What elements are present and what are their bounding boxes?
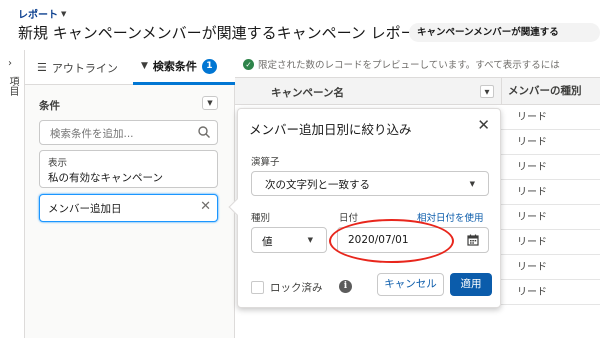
tab-outline[interactable]: ☰ アウトライン [37,50,118,85]
reports-link-label[interactable]: レポート [18,6,58,21]
operator-label: 演算子 [251,157,280,168]
report-type-badge: キャンペーンメンバーが関連する [409,23,600,42]
chevron-down-icon: ▼ [307,236,313,244]
add-filter-search-input[interactable]: 検索条件を追加... [39,120,218,145]
table-row: リード [501,230,600,255]
check-circle-icon: ✓ [243,58,254,70]
chevron-down-icon[interactable]: ▼ [61,10,66,18]
add-filter-placeholder: 検索条件を追加... [50,128,134,140]
value-type-select[interactable]: 値 ▼ [251,227,327,253]
column-header-member-type[interactable]: メンバーの種別 [501,78,582,104]
filter-member-added-date[interactable]: メンバー追加日 ✕ [39,194,218,222]
reports-menu-link[interactable]: レポート ▼ [18,6,66,22]
list-icon: ☰ [37,61,47,74]
filter-member-added-date-label: メンバー追加日 [48,203,122,215]
report-title: 新規 キャンペーンメンバーが関連するキャンペーン レポート ✎ [18,22,447,43]
operator-value: 次の文字列と一致する [265,179,370,191]
table-row: リード [501,205,600,230]
member-type-cells: リード リード リード リード リード リード リード リード [501,105,600,305]
info-icon[interactable]: i [339,280,352,293]
filter-panel: ☰ アウトライン ▼ 検索条件 1 条件 ▼ 検索条件を追加... 表示 私の有… [25,50,235,338]
locked-checkbox[interactable] [251,281,264,294]
table-row: リード [501,180,600,205]
annotation-ellipse [329,219,454,263]
page-header: レポート ▼ 新規 キャンペーンメンバーが関連するキャンペーン レポート ✎ キ… [0,0,600,50]
panel-tabs: ☰ アウトライン ▼ 検索条件 1 [25,50,235,85]
remove-filter-icon[interactable]: ✕ [200,200,211,214]
table-row: リード [501,105,600,130]
preview-notice-text: 限定された数のレコードをプレビューしています。すべて表示するには [258,60,560,71]
column-menu-button[interactable]: ▼ [480,85,494,98]
tab-filters-label: 検索条件 [152,60,197,73]
cancel-button[interactable]: キャンセル [377,273,444,296]
table-header: キャンペーン名 ▼ メンバーの種別 [235,77,600,105]
tab-filters[interactable]: ▼ 検索条件 1 [133,50,235,85]
table-row: リード [501,280,600,305]
search-icon [198,126,210,138]
chevron-down-icon: ▼ [469,180,475,188]
filter-show-card[interactable]: 表示 私の有効なキャンペーン [39,150,218,188]
popover-title: メンバー追加日別に絞り込み [249,122,412,137]
filter-show-key: 表示 [48,158,68,169]
type-label: 種別 [251,213,271,224]
chevron-right-icon[interactable]: › [8,58,12,69]
apply-button[interactable]: 適用 [450,273,492,296]
fields-rail[interactable]: › 項目 [0,50,25,338]
operator-select[interactable]: 次の文字列と一致する ▼ [251,171,489,196]
locked-option[interactable]: ロック済み [251,280,323,295]
tab-outline-label: アウトライン [51,61,118,75]
filter-show-value: 私の有効なキャンペーン [48,172,163,184]
table-row: リード [501,130,600,155]
table-row: リード [501,155,600,180]
column-header-campaign-name[interactable]: キャンペーン名 [271,85,344,100]
filter-count-badge: 1 [201,58,217,74]
table-row: リード [501,255,600,280]
calendar-icon[interactable] [467,234,479,246]
fields-rail-label[interactable]: 項目 [4,76,20,96]
filter-popover: メンバー追加日別に絞り込み ✕ 演算子 次の文字列と一致する ▼ 種別 日付 相… [228,108,501,308]
value-type-value: 値 [262,236,273,248]
conditions-menu-button[interactable]: ▼ [202,96,218,110]
filter-icon: ▼ [141,61,148,71]
locked-label: ロック済み [270,282,323,294]
preview-notice: ✓ 限定された数のレコードをプレビューしています。すべて表示するには [243,57,560,71]
conditions-heading: 条件 [39,100,60,112]
report-title-text: 新規 キャンペーンメンバーが関連するキャンペーン レポート [18,24,431,42]
close-icon[interactable]: ✕ [477,117,490,133]
